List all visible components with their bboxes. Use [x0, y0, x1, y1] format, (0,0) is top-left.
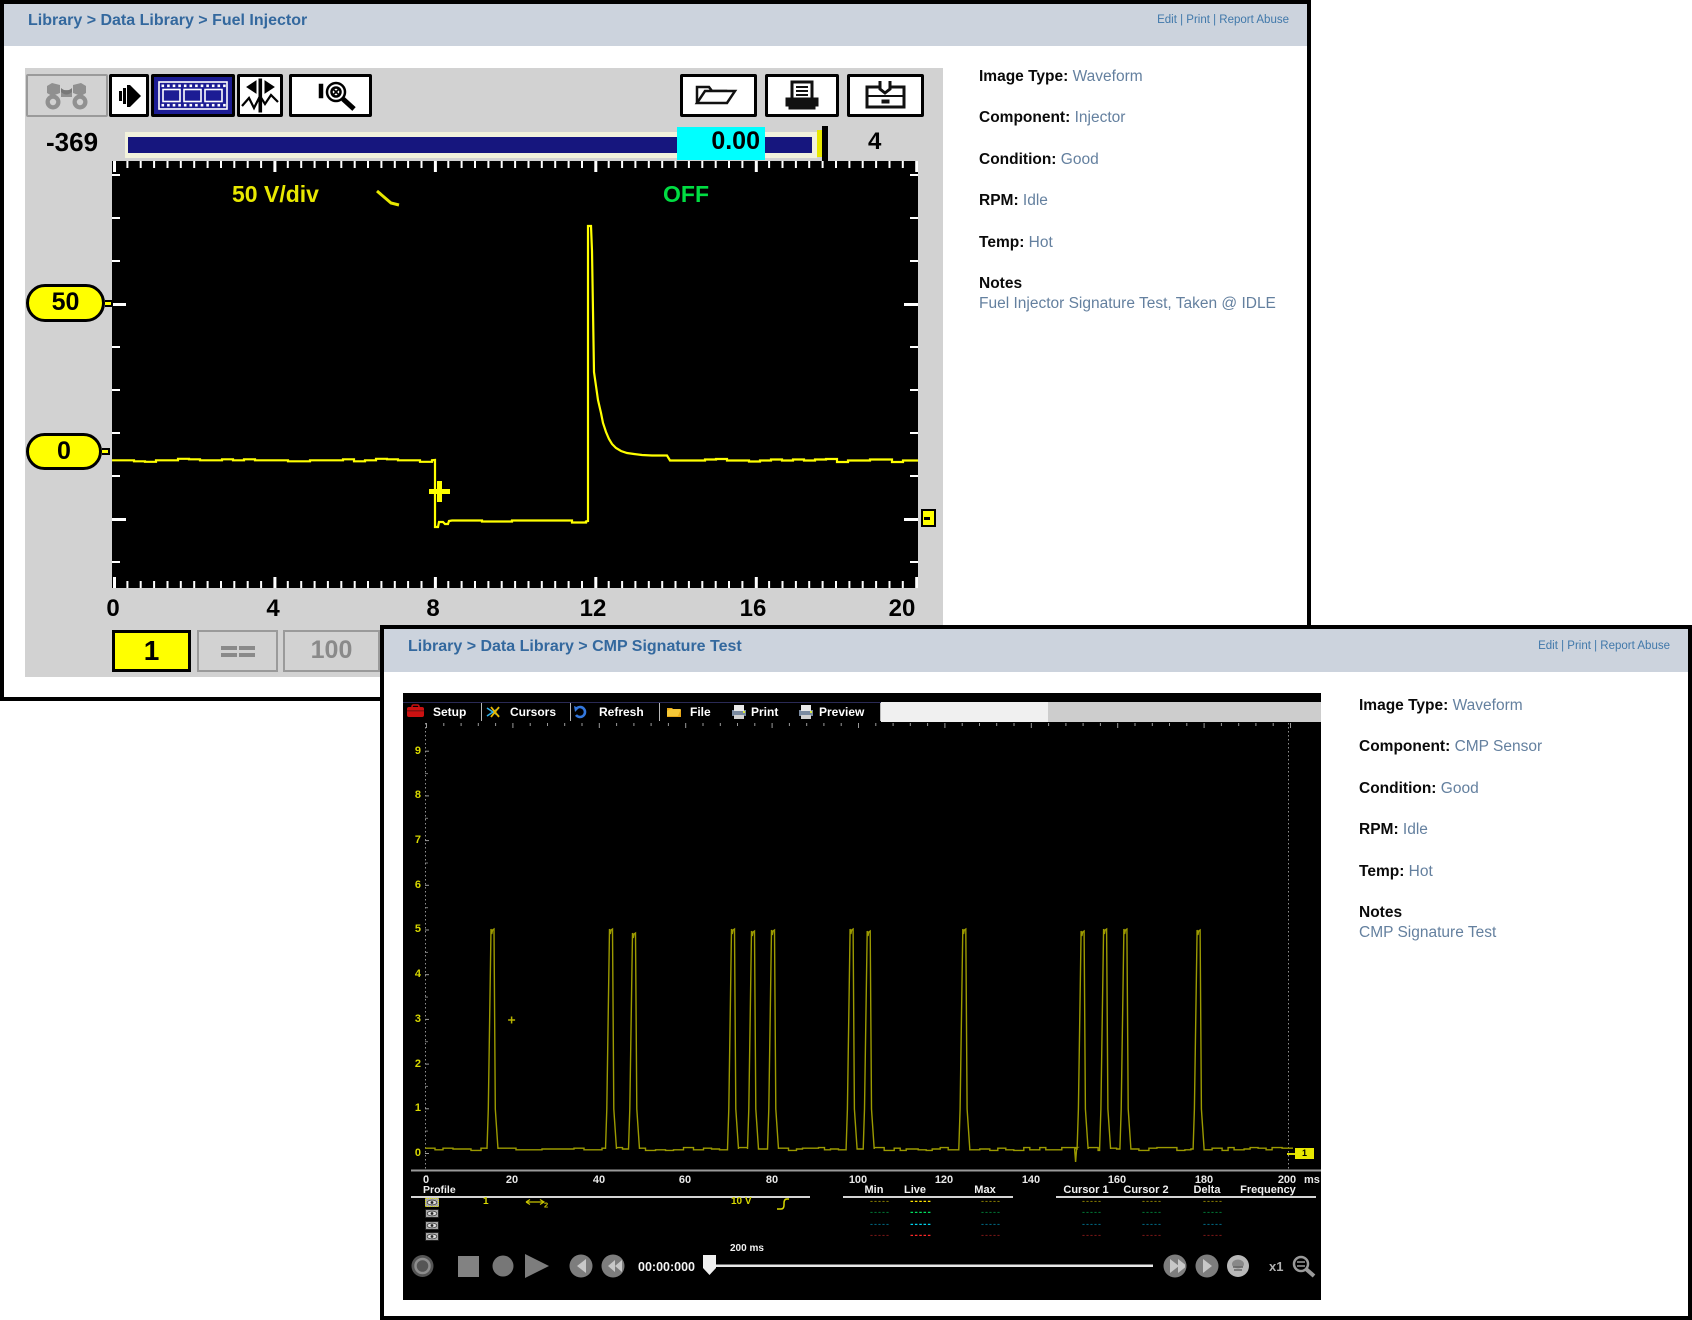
svg-text:2: 2	[544, 1201, 548, 1209]
